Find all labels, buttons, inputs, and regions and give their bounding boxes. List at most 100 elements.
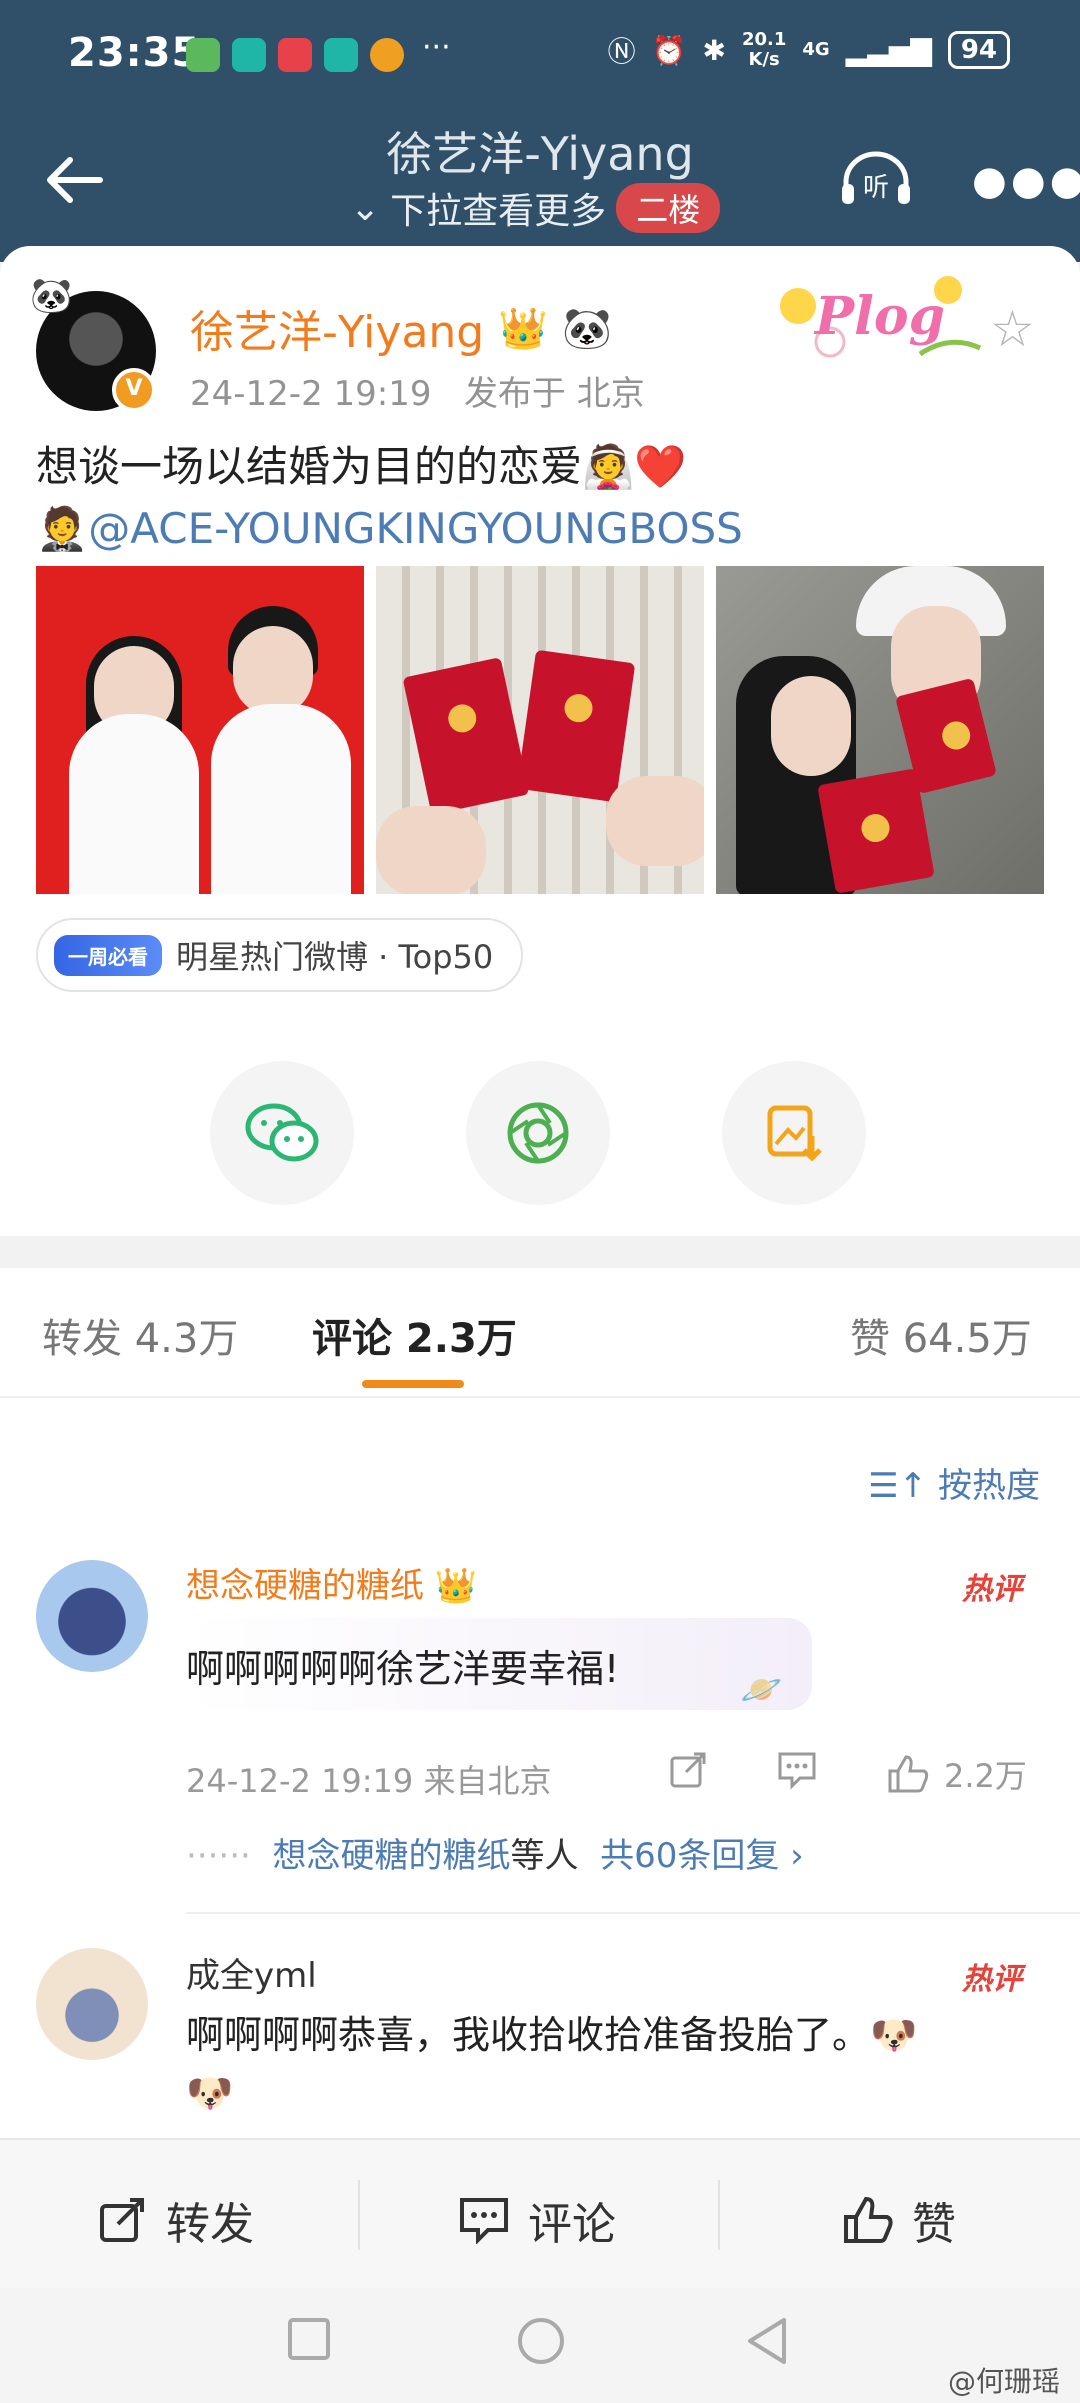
sort-icon: ☰↑ [868,1466,928,1506]
comment-reply-icon[interactable] [776,1750,818,1798]
comment-icon [460,2198,508,2244]
more-notifications-icon: ··· [422,30,451,65]
alarm-icon: ⏰ [651,33,687,67]
comment-actions: 2.2万 [668,1750,1027,1798]
comment-text-block: 啊啊啊啊恭喜，我收拾收拾准备投胎了。🐶 🐶 [186,2006,1046,2122]
commenter-name: 想念硬糖的糖纸 [186,1566,424,1606]
second-floor-badge: 二楼 [616,183,721,233]
action-separator [358,2180,360,2250]
listen-button[interactable]: 听 [836,150,916,210]
watermark: @何珊瑶 [947,2365,1060,2398]
panda-decoration-icon: 🐼 [30,276,73,316]
home-icon[interactable] [516,2316,566,2366]
share-wechat-button[interactable] [210,1061,354,1205]
commenter-name[interactable]: 成全yml [186,1948,317,1997]
post-photo-2[interactable] [376,566,704,894]
bottom-action-bar: 转发 评论 赞 [0,2138,1080,2288]
weibo-notification-icon [370,38,404,72]
action-separator [718,2180,720,2250]
comment-like-button[interactable]: 2.2万 [886,1751,1027,1797]
commenter-avatar[interactable] [36,1560,148,1672]
pull-down-label: 下拉查看更多 [390,191,607,232]
certificate-shape [402,657,530,815]
sort-by-hot-button[interactable]: ☰↑ 按热度 [868,1458,1040,1507]
chevron-down-icon: ⌄ [350,187,381,229]
weekly-must-see-badge: 一周必看 [54,934,162,976]
app-notification-icon [278,38,312,72]
mention-link[interactable]: @ACE-YOUNGKINGYOUNGBOSS [88,504,743,553]
comment-text: 啊啊啊啊啊徐艺洋要幸福! [186,1647,620,1691]
sort-label: 按热度 [938,1466,1040,1506]
thumbs-up-icon [888,1755,929,1793]
recent-apps-icon[interactable] [286,2316,332,2362]
replies-link[interactable]: ······ 想念硬糖的糖纸等人 共60条回复 › [186,1828,804,1877]
commenter-avatar[interactable] [36,1948,148,2060]
status-time: 23:35 [68,30,201,76]
bluetooth-icon: ✱ [702,33,726,67]
back-nav-icon[interactable] [744,2316,790,2366]
top-bar: 23:35 ··· Ⓝ ⏰ ✱ 20.1 K/s 4G ▂▃▅▇ 94 徐艺洋-… [0,0,1080,262]
doge-emoji: 🐶 [870,2013,918,2057]
comment-share-icon[interactable] [668,1750,708,1798]
more-options-button[interactable]: ●●● [972,158,1080,204]
net-speed-value: 20.1 [741,29,787,50]
commenter-name-row[interactable]: 想念硬糖的糖纸 👑 [186,1558,477,1607]
save-picture-icon [767,1105,822,1162]
post-photo-1[interactable] [36,566,364,894]
share-moments-button[interactable] [466,1061,610,1205]
photo-figure [211,704,351,894]
tab-comment[interactable]: 评论 2.3万 [312,1306,517,1364]
repost-label: 转发 [166,2199,254,2250]
favorite-star-icon[interactable]: ☆ [990,300,1035,358]
tab-repost[interactable]: 转发 4.3万 [42,1306,238,1364]
photo-hand [376,806,486,894]
planet-sticker-icon: 🪐 [740,1670,783,1710]
post-photo-3[interactable] [716,566,1044,894]
tab-like[interactable]: 赞 64.5万 [850,1306,1032,1364]
author-name: 徐艺洋-Yiyang [190,307,485,358]
photo-grid [36,566,1044,894]
post-time: 24-12-2 19:19 [190,374,432,414]
post-meta: 24-12-2 19:19 发布于 北京 [190,366,645,415]
groom-emoji: 🤵 [36,504,89,553]
notification-icons [186,38,404,72]
comment-label: 评论 [528,2199,616,2250]
photo-figure [771,676,851,776]
repost-button[interactable]: 转发 [98,2188,254,2252]
status-bar: 23:35 ··· Ⓝ ⏰ ✱ 20.1 K/s 4G ▂▃▅▇ 94 [0,0,1080,110]
system-nav-bar [0,2288,1080,2403]
status-indicators: Ⓝ ⏰ ✱ 20.1 K/s 4G ▂▃▅▇ 94 [608,30,1010,70]
reply-dots: ······ [186,1836,251,1876]
comment-like-count: 2.2万 [944,1757,1027,1795]
wechat-icon [245,1103,319,1162]
hot-comment-badge: 热评 [962,1572,1022,1607]
app-notification-icon [232,38,266,72]
hot-ranking-text: 明星热门微博 · Top50 [176,938,494,976]
share-options [210,1061,866,1205]
hot-comment-badge: 热评 [962,1962,1022,1997]
post-mention-line: 🤵@ACE-YOUNGKINGYOUNGBOSS [36,498,743,560]
headphones-icon: 听 [842,151,910,204]
comment-button[interactable]: 评论 [458,2188,616,2252]
save-image-button[interactable] [722,1061,866,1205]
crown-badge-icon: 👑 [434,1566,478,1606]
post-body: 想谈一场以结婚为目的的恋爱👰❤️ 🤵@ACE-YOUNGKINGYOUNGBOS… [36,436,743,560]
post-text: 想谈一场以结婚为目的的恋爱 [36,442,583,491]
doge-emoji: 🐶 [186,2071,234,2115]
active-tab-indicator [362,1380,464,1388]
post-text-line: 想谈一场以结婚为目的的恋爱👰❤️ [36,436,743,498]
photo-hand [606,776,704,866]
pull-down-more[interactable]: ⌄ 下拉查看更多 二楼 [350,182,721,234]
bride-heart-emoji: 👰❤️ [582,442,687,491]
post-tabs: 转发 4.3万 评论 2.3万 赞 64.5万 [0,1268,1080,1398]
certificate-shape [516,649,636,803]
app-notification-icon [186,38,220,72]
panda-icon: 🐼 [562,305,612,352]
author-name-row[interactable]: 徐艺洋-Yiyang 👑 🐼 [190,296,612,360]
repost-icon [100,2198,144,2242]
like-button[interactable]: 赞 [842,2188,956,2252]
like-label: 赞 [912,2199,956,2250]
hot-ranking-tag[interactable]: 一周必看 明星热门微博 · Top50 [36,918,524,992]
photo-figure [233,626,313,716]
app-notification-icon [324,38,358,72]
